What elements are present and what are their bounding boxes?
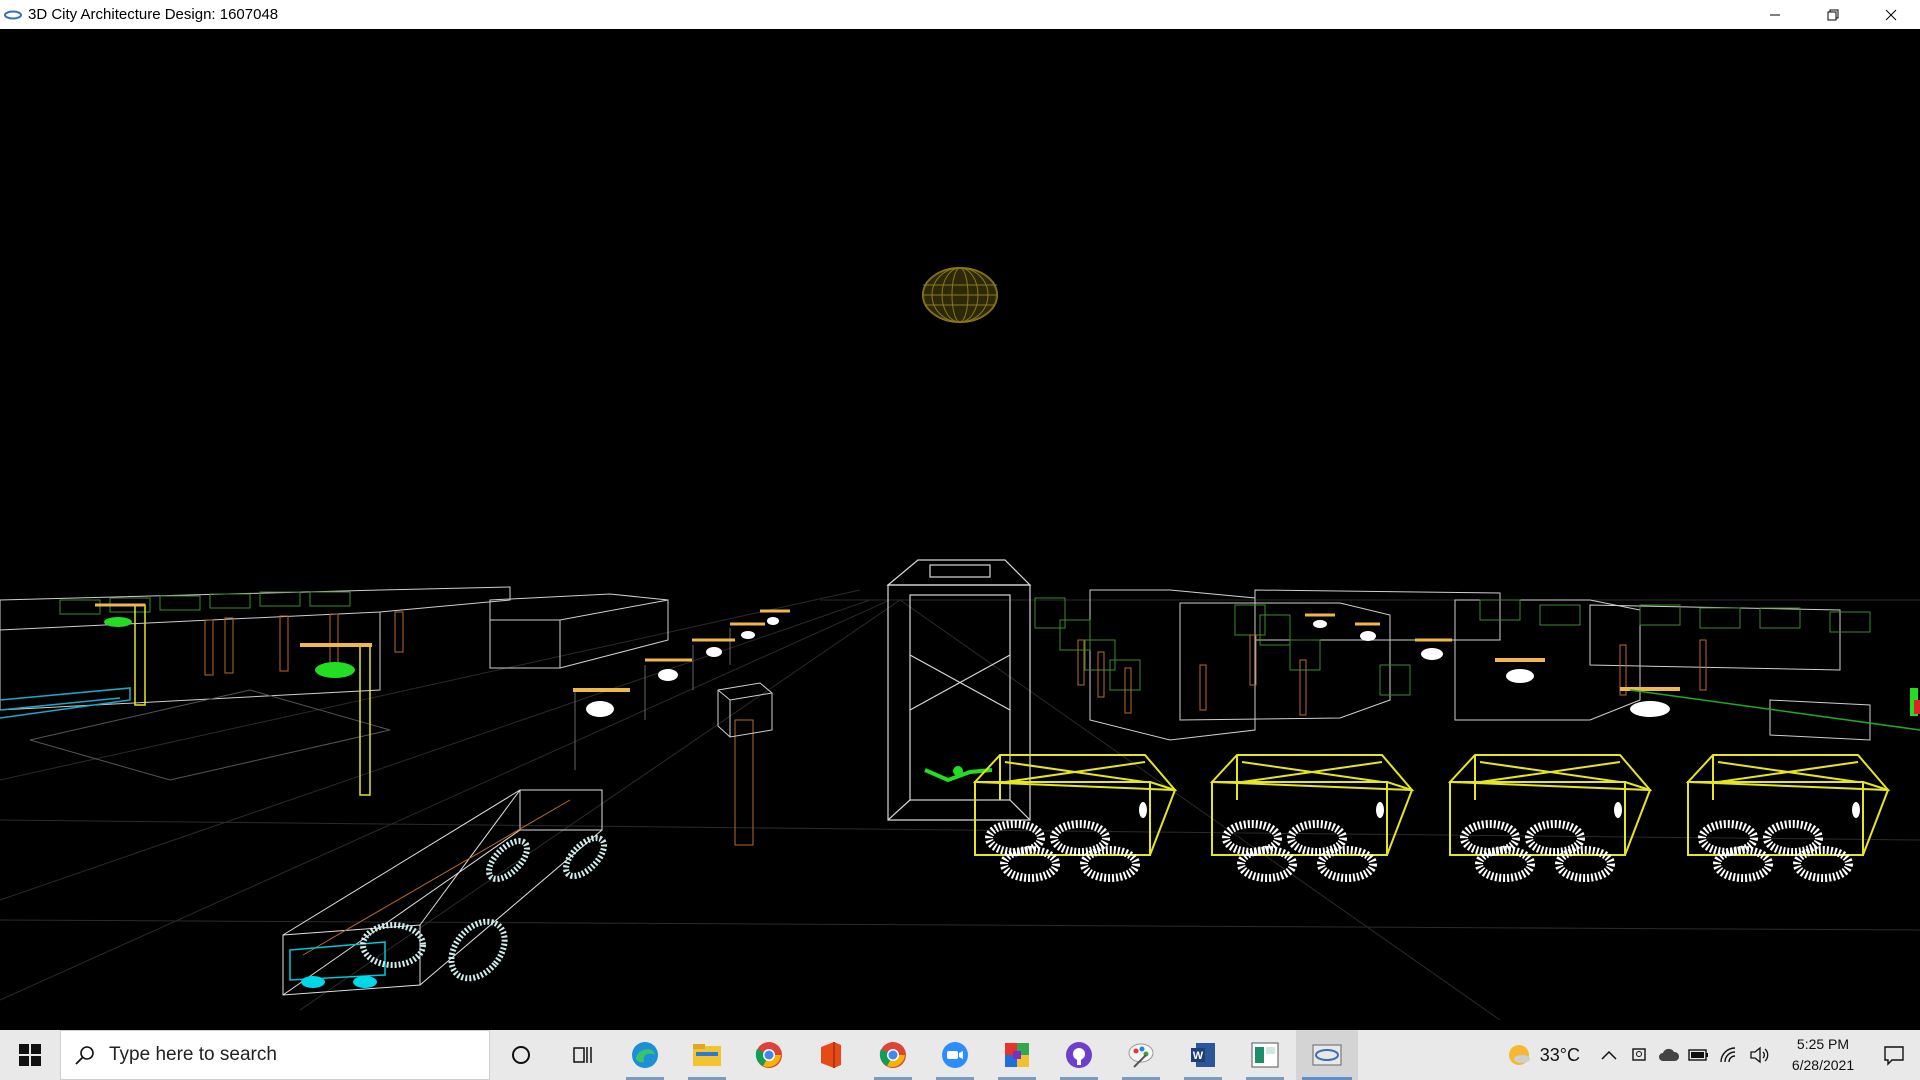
trees-right xyxy=(1034,597,1871,696)
trees-left xyxy=(59,591,351,615)
taskbar: Type here to search W 33°C 5:25 PM 6/28/… xyxy=(0,1030,1920,1080)
chevron-up-icon xyxy=(1601,1050,1617,1060)
office-icon xyxy=(821,1042,841,1068)
app-window: 3D City Architecture Design: 1607048 xyxy=(0,0,1920,1030)
app-logo-icon xyxy=(2,0,24,29)
system-tray: 33°C 5:25 PM 6/28/2021 xyxy=(1506,1030,1920,1080)
word-icon: W xyxy=(1191,1043,1215,1067)
onedrive-button[interactable] xyxy=(1654,1030,1684,1080)
clock-time: 5:25 PM xyxy=(1796,1036,1850,1052)
bus xyxy=(1685,754,1891,882)
task-view-button[interactable] xyxy=(552,1030,614,1080)
edge-icon xyxy=(632,1042,658,1068)
search-box[interactable]: Type here to search xyxy=(60,1030,490,1080)
green-rail-right xyxy=(1629,688,1920,731)
zoom-icon xyxy=(942,1042,968,1068)
minimize-button[interactable] xyxy=(1746,0,1804,29)
colorful-app-icon xyxy=(1005,1043,1029,1067)
search-placeholder: Type here to search xyxy=(109,1044,277,1065)
search-icon xyxy=(75,1046,94,1065)
notification-center-button[interactable] xyxy=(1868,1030,1920,1080)
title-bar[interactable]: 3D City Architecture Design: 1607048 xyxy=(0,0,1920,29)
temperature: 33°C xyxy=(1539,1044,1580,1065)
speaker-icon xyxy=(1750,1046,1769,1064)
taskbar-app-paint[interactable] xyxy=(1110,1030,1172,1080)
close-icon xyxy=(1885,9,1897,20)
taskbar-app-word[interactable]: W xyxy=(1172,1030,1234,1080)
bus xyxy=(1209,754,1415,882)
battery-icon xyxy=(1688,1049,1708,1061)
taskbar-app-chrome-2[interactable] xyxy=(862,1030,924,1080)
tree-trunks-right xyxy=(1077,634,1707,716)
taskbar-app-colorful[interactable] xyxy=(986,1030,1048,1080)
wifi-icon xyxy=(1720,1047,1736,1063)
show-hidden-icons-button[interactable] xyxy=(1594,1030,1624,1080)
taskbar-app-opengl[interactable] xyxy=(1296,1030,1358,1080)
tree-trunks-left xyxy=(204,611,754,846)
cortana-icon xyxy=(512,1046,530,1064)
taskbar-app-github[interactable] xyxy=(1048,1030,1110,1080)
bus xyxy=(972,754,1178,882)
notification-icon xyxy=(1884,1046,1904,1066)
svg-text:W: W xyxy=(1193,1050,1204,1062)
clock[interactable]: 5:25 PM 6/28/2021 xyxy=(1778,1034,1868,1076)
taskbar-app-chrome[interactable] xyxy=(738,1030,800,1080)
github-icon xyxy=(1066,1042,1092,1068)
chrome-icon xyxy=(879,1042,906,1068)
green-disc-left xyxy=(104,617,355,678)
battery-button[interactable] xyxy=(1684,1030,1714,1080)
webcam-icon xyxy=(1632,1048,1646,1061)
minimize-icon xyxy=(1770,14,1780,15)
taskbar-app-file-explorer[interactable] xyxy=(676,1030,738,1080)
meet-now-button[interactable] xyxy=(1624,1030,1654,1080)
sun xyxy=(922,267,998,323)
car xyxy=(282,789,607,996)
task-view-icon xyxy=(573,1047,592,1063)
opengl-app-icon xyxy=(1312,1044,1342,1066)
building-cluster-left xyxy=(0,586,669,781)
windows-logo-icon xyxy=(19,1044,41,1066)
close-button[interactable] xyxy=(1862,0,1920,29)
weather-widget[interactable]: 33°C xyxy=(1506,1042,1580,1068)
app-icon xyxy=(1251,1042,1279,1068)
volume-button[interactable] xyxy=(1744,1030,1774,1080)
network-button[interactable] xyxy=(1714,1030,1744,1080)
taskbar-app-generic[interactable] xyxy=(1234,1030,1296,1080)
bus xyxy=(1447,754,1653,882)
file-explorer-icon xyxy=(693,1044,721,1066)
clock-date: 6/28/2021 xyxy=(1791,1057,1855,1073)
buses xyxy=(972,754,1891,882)
taskbar-app-edge[interactable] xyxy=(614,1030,676,1080)
weather-sun-icon xyxy=(1508,1045,1530,1065)
start-button[interactable] xyxy=(0,1030,60,1080)
cloud-icon xyxy=(1659,1048,1680,1061)
window-title: 3D City Architecture Design: 1607048 xyxy=(28,6,279,23)
blue-structure-left xyxy=(0,687,131,719)
cortana-button[interactable] xyxy=(490,1030,552,1080)
taskbar-app-office[interactable] xyxy=(800,1030,862,1080)
street-lamps xyxy=(573,609,790,770)
3d-viewport[interactable] xyxy=(0,29,1920,1030)
small-box xyxy=(717,682,773,738)
paint-app-icon xyxy=(1128,1043,1154,1068)
chrome-icon xyxy=(755,1042,782,1068)
taskbar-app-zoom[interactable] xyxy=(924,1030,986,1080)
restore-button[interactable] xyxy=(1804,0,1862,29)
restore-icon xyxy=(1827,9,1839,20)
